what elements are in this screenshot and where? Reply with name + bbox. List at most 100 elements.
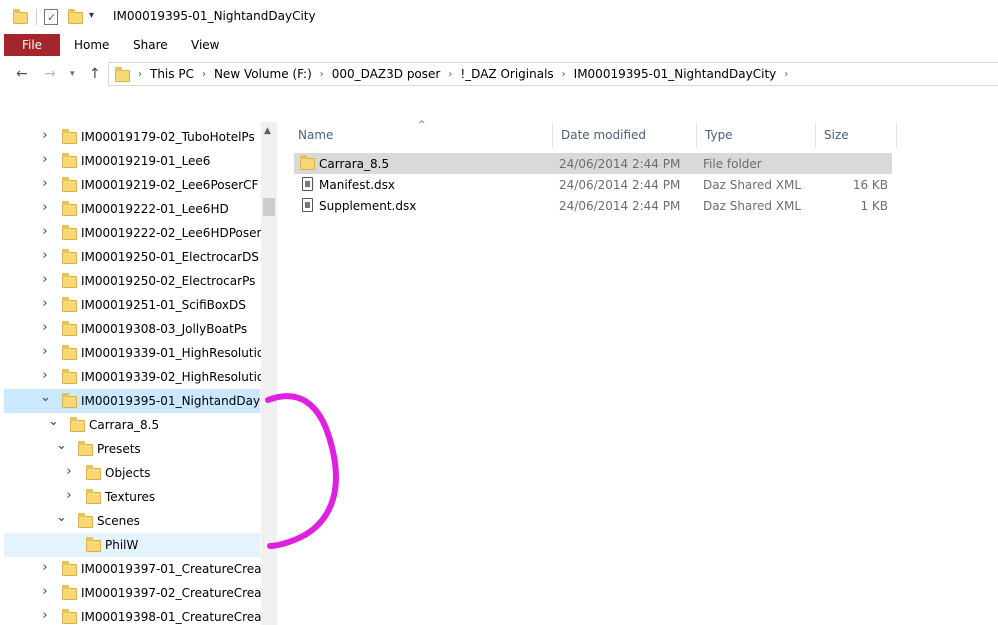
tab-share[interactable]: Share (133, 38, 168, 52)
tree-scrollbar[interactable]: ▲ (261, 122, 277, 625)
tree-item[interactable]: › IM00019339-01_HighResolutionTer (4, 341, 261, 365)
tree-item-label: IM00019339-02_HighResolutionTer (81, 370, 261, 384)
file-type: Daz Shared XML (703, 177, 802, 192)
tree-item-label: Objects (105, 466, 151, 480)
tree-item[interactable]: › IM00019308-03_JollyBoatPs (4, 317, 260, 341)
folder-icon (62, 297, 77, 312)
file-date: 24/06/2014 2:44 PM (559, 156, 681, 171)
chevron-right-icon[interactable]: › (562, 69, 566, 80)
tree-item-label: IM00019339-01_HighResolutionTer (81, 346, 261, 360)
tree-item[interactable]: › IM00019397-01_CreatureCreatorfo (4, 557, 261, 581)
column-header-size[interactable]: Size (816, 122, 897, 148)
tree-item[interactable]: › IM00019219-02_Lee6PoserCF (4, 173, 260, 197)
tree-item[interactable]: › IM00019222-01_Lee6HD (4, 197, 260, 221)
chevron-right-icon[interactable]: › (138, 69, 142, 80)
file-row[interactable]: Supplement.dsx 24/06/2014 2:44 PM Daz Shar… (294, 195, 892, 216)
customize-quick-access-chevron-icon[interactable]: ▾ (89, 10, 94, 21)
tree-item-label: IM00019222-01_Lee6HD (81, 202, 229, 216)
chevron-down-icon[interactable]: ⌄ (56, 510, 67, 525)
recent-locations-chevron-icon[interactable]: ▾ (70, 69, 75, 79)
chevron-right-icon[interactable]: › (40, 200, 50, 215)
tree-item-label: IM00019219-02_Lee6PoserCF (81, 178, 259, 192)
tree-item[interactable]: ⌄ Scenes (4, 509, 260, 533)
back-arrow-icon[interactable]: ← (16, 66, 28, 82)
chevron-right-icon[interactable]: › (320, 69, 324, 80)
column-header-name[interactable]: Name (290, 122, 553, 148)
tab-file[interactable]: File (4, 34, 60, 56)
chevron-right-icon[interactable]: › (202, 69, 206, 80)
tree-item[interactable]: ⌄ Carrara_8.5 (4, 413, 260, 437)
tree-item[interactable]: › IM00019179-02_TuboHotelPs (4, 125, 260, 149)
chevron-right-icon[interactable]: › (40, 608, 50, 623)
column-header-type[interactable]: Type (697, 122, 816, 148)
tree-item-label: IM00019397-01_CreatureCreatorfo (81, 562, 261, 576)
scroll-up-arrow-icon[interactable]: ▲ (264, 126, 271, 136)
properties-checkmark-icon[interactable]: ✓ (44, 9, 58, 25)
title-bar: ✓ ▾ IM00019395-01_NightandDayCity (0, 0, 998, 34)
tree-item[interactable]: › IM00019397-02_CreatureCreatorfo (4, 581, 261, 605)
tree-item[interactable]: › IM00019250-01_ElectrocarDS (4, 245, 260, 269)
tree-item-label: IM00019398-01_CreatureCreatorHI (81, 610, 261, 624)
column-header-date-modified[interactable]: Date modified (553, 122, 697, 148)
breadcrumb-new-volume[interactable]: New Volume (F:) (214, 67, 312, 81)
new-folder-icon[interactable] (68, 9, 83, 24)
file-row[interactable]: Manifest.dsx 24/06/2014 2:44 PM Daz Shared… (294, 174, 892, 195)
file-date: 24/06/2014 2:44 PM (559, 198, 681, 213)
chevron-right-icon[interactable]: › (40, 272, 50, 287)
file-date: 24/06/2014 2:44 PM (559, 177, 681, 192)
tree-item[interactable]: › Textures (4, 485, 260, 509)
tree-item[interactable]: › IM00019222-02_Lee6HDPoserCF (4, 221, 261, 245)
chevron-right-icon[interactable]: › (448, 69, 452, 80)
tab-home[interactable]: Home (74, 38, 109, 52)
chevron-right-icon[interactable]: › (40, 584, 50, 599)
scroll-thumb[interactable] (263, 198, 275, 216)
breadcrumb-current-folder[interactable]: IM00019395-01_NightandDayCity (574, 67, 777, 81)
tree-item-label: Presets (97, 442, 141, 456)
folder-icon (115, 66, 130, 82)
tree-item[interactable]: › IM00019250-02_ElectrocarPs (4, 269, 260, 293)
chevron-down-icon[interactable]: ⌄ (40, 390, 51, 405)
forward-arrow-icon[interactable]: → (44, 66, 56, 82)
chevron-right-icon[interactable]: › (40, 368, 50, 383)
tree-item-label: IM00019251-01_ScifiBoxDS (81, 298, 246, 312)
folder-icon (62, 609, 77, 624)
tree-item-label: IM00019250-01_ElectrocarDS (81, 250, 259, 264)
tree-item[interactable]: › IM00019339-02_HighResolutionTer (4, 365, 261, 389)
tree-item[interactable]: › IM00019251-01_ScifiBoxDS (4, 293, 260, 317)
chevron-right-icon[interactable]: › (784, 69, 788, 80)
chevron-right-icon[interactable]: › (40, 248, 50, 263)
folder-icon (78, 441, 93, 456)
chevron-right-icon[interactable]: › (64, 464, 74, 479)
up-arrow-icon[interactable]: ↑ (89, 66, 101, 82)
chevron-right-icon[interactable]: › (40, 344, 50, 359)
tree-item[interactable]: › IM00019398-01_CreatureCreatorHI (4, 605, 261, 625)
folder-icon (86, 465, 101, 480)
chevron-down-icon[interactable]: ⌄ (48, 414, 59, 429)
tree-item[interactable]: ⌄ IM00019395-01_NightandDayCity (4, 389, 261, 413)
chevron-right-icon[interactable]: › (40, 152, 50, 167)
tree-item[interactable]: › Objects (4, 461, 260, 485)
breadcrumb-this-pc[interactable]: This PC (150, 67, 194, 81)
file-type: Daz Shared XML (703, 198, 802, 213)
folder-icon (78, 513, 93, 528)
chevron-right-icon[interactable]: › (40, 560, 50, 575)
address-bar[interactable]: › This PC › New Volume (F:) › 000_DAZ3D … (108, 62, 998, 86)
chevron-down-icon[interactable]: ⌄ (56, 438, 67, 453)
tree-item[interactable]: › IM00019219-01_Lee6 (4, 149, 260, 173)
folder-icon (62, 345, 77, 360)
breadcrumb-daz-originals[interactable]: !_DAZ Originals (460, 67, 553, 81)
breadcrumb-daz3d-poser[interactable]: 000_DAZ3D poser (332, 67, 441, 81)
chevron-right-icon[interactable]: › (40, 176, 50, 191)
tab-view[interactable]: View (191, 38, 219, 52)
folder-icon (62, 153, 77, 168)
file-row[interactable]: Carrara_8.5 24/06/2014 2:44 PM File folder (294, 153, 892, 174)
document-icon (302, 198, 313, 212)
chevron-right-icon[interactable]: › (40, 296, 50, 311)
chevron-right-icon[interactable]: › (40, 224, 50, 239)
tree-item[interactable]: PhilW (4, 533, 260, 557)
chevron-right-icon[interactable]: › (64, 488, 74, 503)
tree-item[interactable]: ⌄ Presets (4, 437, 260, 461)
folder-icon (62, 273, 77, 288)
chevron-right-icon[interactable]: › (40, 320, 50, 335)
chevron-right-icon[interactable]: › (40, 128, 50, 143)
